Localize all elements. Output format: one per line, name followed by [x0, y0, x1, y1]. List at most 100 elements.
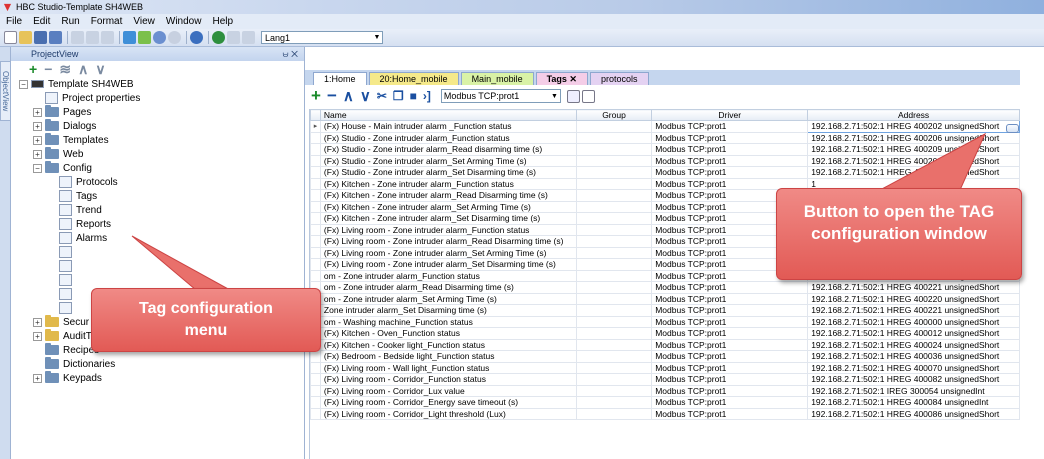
cell-name[interactable]: (Fx) Studio - Zone intruder alarm_Functi…: [319, 131, 577, 144]
row-header[interactable]: [310, 246, 321, 259]
move-up-icon[interactable]: ∧: [78, 61, 88, 78]
table-row[interactable]: (Fx) Living room - Corridor_Lux value Mod…: [310, 384, 1020, 397]
cell-name[interactable]: (Fx) Kitchen - Zone intruder alarm_Read …: [319, 189, 577, 202]
cell-name[interactable]: (Fx) Living room - Corridor_Energy save …: [319, 396, 577, 409]
tab-main-mobile[interactable]: Main_mobile: [460, 72, 534, 85]
cell-group[interactable]: [575, 246, 653, 259]
cell-group[interactable]: [575, 396, 653, 409]
row-header[interactable]: [310, 177, 321, 190]
tree-item-dialogs[interactable]: + Dialogs: [33, 119, 96, 133]
row-header[interactable]: [310, 212, 321, 225]
tree-item-item[interactable]: [47, 273, 76, 287]
menu-item-help[interactable]: Help: [212, 16, 233, 27]
cell-group[interactable]: [575, 384, 653, 397]
table-row[interactable]: (Fx) Kitchen - Oven_Function status Modbu…: [310, 327, 1020, 340]
cell-address[interactable]: 192.168.2.71:502:1 HREG 400084 unsignedI…: [807, 396, 1020, 409]
tree-item-templates[interactable]: + Templates: [33, 133, 109, 147]
cell-group[interactable]: [575, 361, 653, 374]
cell-driver[interactable]: Modbus TCP:prot1: [651, 154, 809, 167]
language-select[interactable]: Lang1 ▼: [261, 31, 383, 44]
cell-name[interactable]: om - Zone intruder alarm_Function status: [319, 269, 577, 282]
table-row[interactable]: (Fx) Bedroom - Bedside light_Function st…: [310, 350, 1020, 363]
collapse-icon[interactable]: −: [19, 79, 28, 89]
import-tags-icon[interactable]: ›]: [423, 89, 431, 103]
globe-icon[interactable]: [212, 31, 225, 44]
redo-icon[interactable]: [242, 31, 255, 44]
cell-driver[interactable]: Modbus TCP:prot1: [651, 396, 809, 409]
column-header-group[interactable]: Group: [575, 109, 653, 121]
menu-item-format[interactable]: Format: [91, 16, 123, 27]
cell-group[interactable]: [575, 315, 653, 328]
export-icon[interactable]: [566, 89, 580, 103]
add-icon[interactable]: +: [29, 61, 37, 77]
cell-address[interactable]: 192.168.2.71:502:1 HREG 400070 unsignedS…: [807, 361, 1020, 374]
cell-address[interactable]: 192.168.2.71:502:1 HREG 400036 unsignedS…: [807, 350, 1020, 363]
open-folder-icon[interactable]: [19, 31, 32, 44]
download-icon[interactable]: [123, 31, 136, 44]
cell-group[interactable]: [575, 166, 653, 179]
cell-group[interactable]: [575, 143, 653, 156]
row-header[interactable]: [310, 200, 321, 213]
column-header-address[interactable]: Address: [807, 109, 1020, 121]
grid-view-icon[interactable]: [581, 89, 595, 103]
tree-item-item[interactable]: [47, 245, 76, 259]
tree-item-tags[interactable]: Tags: [47, 189, 97, 203]
cell-name[interactable]: om - Zone intruder alarm_Set Arming Time…: [319, 292, 577, 305]
expand-icon[interactable]: +: [33, 317, 42, 327]
cell-group[interactable]: [575, 189, 653, 202]
remove-tag-icon[interactable]: −: [327, 86, 337, 106]
add-tag-icon[interactable]: +: [311, 86, 321, 106]
tree-item-dictionaries[interactable]: Dictionaries: [33, 357, 115, 371]
menu-item-edit[interactable]: Edit: [33, 16, 50, 27]
cell-address[interactable]: 192.168.2.71:502:1 HREG 400209 unsignedS…: [807, 143, 1020, 156]
collapse-icon[interactable]: −: [33, 163, 42, 173]
row-header[interactable]: [310, 258, 321, 271]
protocol-filter-select[interactable]: Modbus TCP:prot1 ▼: [440, 89, 561, 103]
expand-icon[interactable]: +: [33, 149, 42, 159]
menu-item-window[interactable]: Window: [166, 16, 202, 27]
table-row[interactable]: om - Zone intruder alarm_Set Arming Time…: [310, 292, 1020, 305]
cell-group[interactable]: [575, 373, 653, 386]
row-header[interactable]: [310, 269, 321, 282]
move-up-icon[interactable]: ∧: [343, 87, 354, 105]
pin-close-icons[interactable]: ⩁ ✕: [282, 49, 298, 60]
cell-driver[interactable]: Modbus TCP:prot1: [651, 143, 809, 156]
cell-address[interactable]: 192.168.2.71:502:1 HREG 400221 unsignedS…: [807, 281, 1020, 294]
table-row[interactable]: (Fx) Studio - Zone intruder alarm_Set Di…: [310, 166, 1020, 179]
tab-protocols[interactable]: protocols: [589, 72, 649, 85]
cell-group[interactable]: [575, 120, 653, 133]
cell-name[interactable]: (Fx) Bedroom - Bedside light_Function st…: [319, 350, 577, 363]
cell-group[interactable]: [575, 327, 653, 340]
row-header[interactable]: [310, 396, 321, 409]
cell-driver[interactable]: Modbus TCP:prot1: [651, 281, 809, 294]
cell-group[interactable]: [575, 407, 653, 420]
row-header[interactable]: ▸: [310, 120, 321, 133]
save-all-icon[interactable]: [49, 31, 62, 44]
cell-address[interactable]: 192.168.2.71:502:1 HREG 400220 unsignedS…: [807, 292, 1020, 305]
row-header[interactable]: [310, 350, 321, 363]
cell-name[interactable]: (Fx) Living room - Wall light_Function s…: [319, 361, 577, 374]
expand-icon[interactable]: +: [33, 135, 42, 145]
cell-name[interactable]: (Fx) Living room - Zone intruder alarm_S…: [319, 246, 577, 259]
row-header[interactable]: [310, 373, 321, 386]
cell-driver[interactable]: Modbus TCP:prot1: [651, 338, 809, 351]
tab-20-home-mobile[interactable]: 20:Home_mobile: [368, 72, 459, 85]
cell-address[interactable]: 192.168.2.71:502:1 HREG 400000 unsignedS…: [807, 315, 1020, 328]
cell-driver[interactable]: Modbus TCP:prot1: [651, 315, 809, 328]
expand-icon[interactable]: +: [33, 373, 42, 383]
cell-group[interactable]: [575, 338, 653, 351]
row-header[interactable]: [310, 407, 321, 420]
remove-icon[interactable]: −: [44, 61, 52, 77]
cell-group[interactable]: [575, 269, 653, 282]
undo-icon[interactable]: [227, 31, 240, 44]
cell-address[interactable]: 192.168.2.71:502:1 IREG 300054 unsignedI…: [807, 384, 1020, 397]
collapse-icon[interactable]: ≋: [59, 61, 71, 78]
table-row[interactable]: (Fx) Studio - Zone intruder alarm_Set Ar…: [310, 154, 1020, 167]
tree-item-trend[interactable]: Trend: [47, 203, 102, 217]
paste-icon[interactable]: [101, 31, 114, 44]
cell-name[interactable]: (Fx) Living room - Corridor_Function sta…: [319, 373, 577, 386]
table-row[interactable]: (Fx) Living room - Wall light_Function s…: [310, 361, 1020, 374]
expand-icon[interactable]: +: [33, 121, 42, 131]
cell-name[interactable]: (Fx) Living room - Zone intruder alarm_S…: [319, 258, 577, 271]
cell-driver[interactable]: Modbus TCP:prot1: [651, 131, 809, 144]
